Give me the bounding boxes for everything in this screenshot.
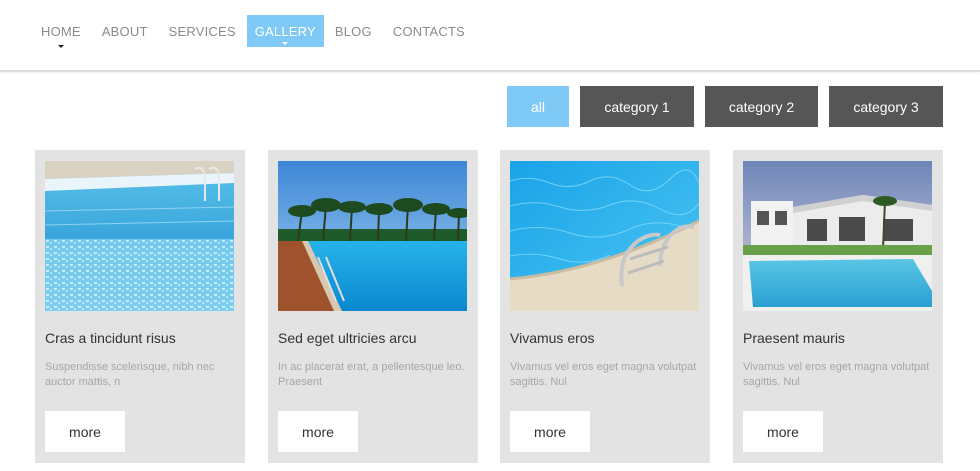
site-header: HOME ABOUT SERVICES GALLERY BLOG CONTACT… (0, 0, 980, 72)
nav-item-contacts[interactable]: CONTACTS (383, 15, 475, 47)
caret-down-icon (57, 45, 64, 48)
pool-ladder-photo[interactable] (510, 161, 699, 311)
main-nav: HOME ABOUT SERVICES GALLERY BLOG CONTACT… (31, 15, 476, 48)
villa-pool-photo-graphic (743, 161, 932, 311)
card-description: Vivamus vel eros eget magna volutpat sag… (743, 361, 930, 388)
filter-label: category 2 (728, 98, 795, 115)
filter-button-category-2[interactable]: category 2 (705, 86, 818, 127)
more-button[interactable]: more (743, 411, 823, 452)
more-button[interactable]: more (278, 411, 358, 452)
card-title: Vivamus eros (510, 330, 595, 346)
card-description: Suspendisse scelerisque, nibh nec auctor… (45, 361, 215, 388)
nav-item-label: GALLERY (254, 23, 316, 39)
card-title: Praesent mauris (743, 330, 845, 346)
card-description: Vivamus vel eros eget magna volutpat sag… (510, 361, 697, 388)
filter-button-all[interactable]: all (507, 86, 569, 127)
nav-item-about[interactable]: ABOUT (92, 15, 158, 47)
palm-resort-pool-photo[interactable] (278, 161, 467, 311)
nav-item-label: SERVICES (168, 23, 236, 39)
more-button[interactable]: more (45, 411, 125, 452)
gallery-card: Cras a tincidunt risus Suspendisse scele… (35, 150, 245, 463)
card-title: Cras a tincidunt risus (45, 330, 176, 346)
nav-item-label: BLOG (334, 23, 372, 39)
filter-button-category-1[interactable]: category 1 (580, 86, 694, 127)
nav-item-services[interactable]: SERVICES (159, 15, 246, 47)
nav-item-label: CONTACTS (392, 23, 465, 39)
gallery-card: Vivamus eros Vivamus vel eros eget magna… (500, 150, 710, 463)
gallery-filter-bar: all category 1 category 2 category 3 (0, 86, 980, 127)
filter-label: category 3 (853, 98, 919, 115)
villa-pool-photo[interactable] (743, 161, 932, 311)
palm-resort-pool-photo-graphic (278, 161, 467, 311)
pool-tiles-photo[interactable] (45, 161, 234, 311)
filter-button-category-3[interactable]: category 3 (829, 86, 943, 127)
nav-item-blog[interactable]: BLOG (325, 15, 382, 47)
card-description: In ac placerat erat, a pellentesque leo.… (278, 361, 465, 388)
gallery-card: Praesent mauris Vivamus vel eros eget ma… (733, 150, 943, 463)
pool-tiles-photo-graphic (45, 161, 234, 311)
nav-item-home[interactable]: HOME (31, 15, 91, 48)
card-title: Sed eget ultricies arcu (278, 330, 417, 346)
filter-label: category 1 (604, 98, 670, 115)
nav-item-gallery[interactable]: GALLERY (246, 15, 324, 47)
more-button[interactable]: more (510, 411, 590, 452)
caret-down-icon (282, 42, 289, 45)
filter-label: all (530, 98, 545, 115)
nav-item-label: HOME (41, 23, 81, 39)
gallery-card: Sed eget ultricies arcu In ac placerat e… (268, 150, 478, 463)
pool-ladder-photo-graphic (510, 161, 699, 311)
nav-item-label: ABOUT (101, 23, 148, 39)
